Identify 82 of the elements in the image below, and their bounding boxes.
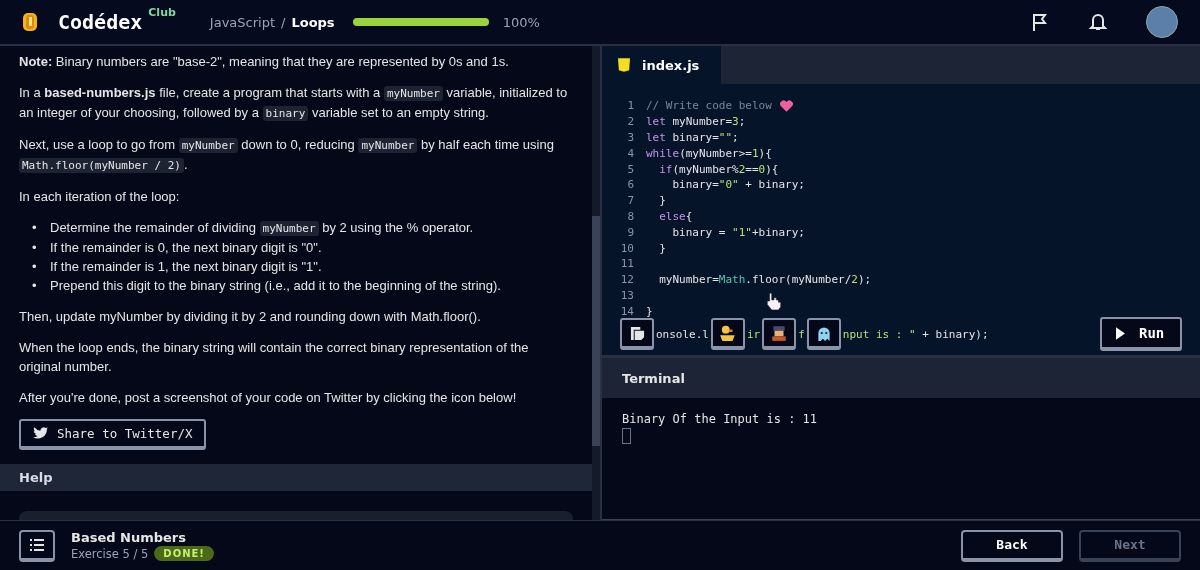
code-line: myNumber=Math.floor(myNumber/2); (658, 273, 872, 287)
help-title: Help (19, 470, 53, 486)
code-fragment: f (798, 327, 805, 341)
breadcrumb-item: Loops (291, 14, 335, 30)
line-number: 11 (619, 257, 634, 271)
copy-icon (629, 325, 645, 341)
code-line: } (658, 194, 666, 208)
line-number: 6 (626, 178, 634, 192)
bullet-item: Prepend this digit to the binary string (i.e., add it to the beginning of the string). (50, 277, 501, 295)
share-button[interactable]: Share to Twitter/X (19, 419, 207, 450)
code-line: else{ (658, 209, 693, 223)
instruction-paragraph: After you're done, post a screenshot of your code on Twitter by clicking the icon below! (19, 389, 518, 407)
bullet-marker: • (32, 219, 38, 237)
help-header[interactable]: Help (0, 464, 592, 492)
line-number: 8 (626, 209, 634, 223)
terminal-output: Binary Of the Input is : 11 (622, 412, 819, 426)
js-file-icon (618, 58, 630, 72)
instruction-paragraph: Then, update myNumber by dividing it by 2 and rounding down with Math.floor(). (19, 308, 482, 326)
code-editor[interactable] (602, 84, 1200, 358)
hand-cursor-icon (766, 292, 783, 311)
logo-text[interactable]: Codédex (58, 10, 143, 34)
line-number: 12 (619, 273, 634, 287)
line-number: 9 (626, 225, 634, 239)
bullet-item: If the remainder is 1, the next binary digit is "1". (50, 258, 322, 276)
code-fragment: nput is : " + binary); (842, 327, 989, 341)
line-number: 13 (619, 288, 634, 302)
bullet-marker: • (32, 239, 38, 257)
bullet-marker: • (32, 258, 38, 276)
instruction-paragraph: In a based-numbers.js file, create a program that starts with a myNumber variable, initialized to an integer of your choosing, followed by a binary variable set to an empty string. (19, 84, 569, 123)
line-number: 4 (626, 146, 634, 160)
list-icon (30, 538, 44, 551)
exercise-list-button[interactable] (19, 529, 55, 562)
code-line: let binary=""; (646, 131, 739, 144)
scrollbar-thumb[interactable] (592, 216, 600, 446)
scrollbar[interactable] (592, 46, 600, 520)
breadcrumb-separator: / (281, 14, 286, 30)
code-line: } (658, 241, 666, 255)
bird-icon (33, 426, 49, 441)
instruction-paragraph: Next, use a loop to go from myNumber down to 0, reducing myNumber by half each time using Math.floor(myNumber / 2) . (19, 136, 555, 175)
instruction-paragraph: Note: Binary numbers are "base-2", meaning that they are represented by 0s and 1s. (19, 53, 510, 71)
code-line: } (646, 304, 653, 318)
line-number: 3 (626, 131, 634, 144)
code-line: // Write code below (646, 99, 772, 113)
exercise-count: Exercise 5 / 5 (71, 546, 149, 561)
bullet-marker: • (32, 277, 38, 295)
line-number: 7 (626, 194, 634, 208)
file-tab[interactable]: index.js (602, 46, 722, 84)
copy-button[interactable] (620, 318, 654, 351)
terminal-cursor (622, 428, 631, 444)
ghost-button[interactable] (806, 318, 841, 351)
done-badge: DONE! (154, 546, 214, 561)
line-number: 5 (626, 162, 634, 176)
code-line: while(myNumber>=1){ (646, 146, 772, 160)
duck-button[interactable] (711, 318, 745, 351)
line-number: 10 (619, 241, 634, 255)
code-line: binary="0" + binary; (671, 178, 805, 192)
code-line: binary = "1"+binary; (671, 225, 805, 239)
exercise-title: Based Numbers (71, 530, 188, 545)
bullet-item: Determine the remainder of dividing myNumber by 2 using the % operator. (50, 219, 474, 238)
flag-icon[interactable] (1030, 12, 1050, 32)
line-number: 14 (619, 304, 634, 318)
line-number: 2 (626, 115, 634, 129)
club-label: Club (148, 6, 176, 19)
line-number: 1 (626, 99, 634, 113)
avatar[interactable] (1146, 6, 1178, 38)
bullet-item: If the remainder is 0, the next binary digit is "0". (50, 239, 322, 257)
code-fragment: ir (747, 327, 761, 341)
play-icon (1116, 326, 1125, 340)
coin-icon (22, 11, 38, 33)
heart-icon (779, 99, 793, 112)
terminal-title: Terminal (622, 370, 685, 386)
duck-icon (719, 324, 737, 343)
code-line: if(myNumber%2==0){ (658, 162, 779, 176)
nav-button[interactable]: Back (961, 529, 1063, 562)
run-button[interactable]: Run (1100, 317, 1182, 352)
instruction-paragraph: When the loop ends, the binary string will contain the correct binary representation of the original number. (19, 339, 530, 376)
breadcrumb-item[interactable]: JavaScript (209, 14, 276, 30)
code-fragment: onsole.l (656, 327, 709, 341)
code-line: let myNumber=3; (646, 115, 746, 129)
bell-icon[interactable] (1088, 12, 1108, 32)
progress-reading: 100% (502, 14, 540, 30)
instruction-paragraph: In each iteration of the loop: (19, 188, 181, 206)
